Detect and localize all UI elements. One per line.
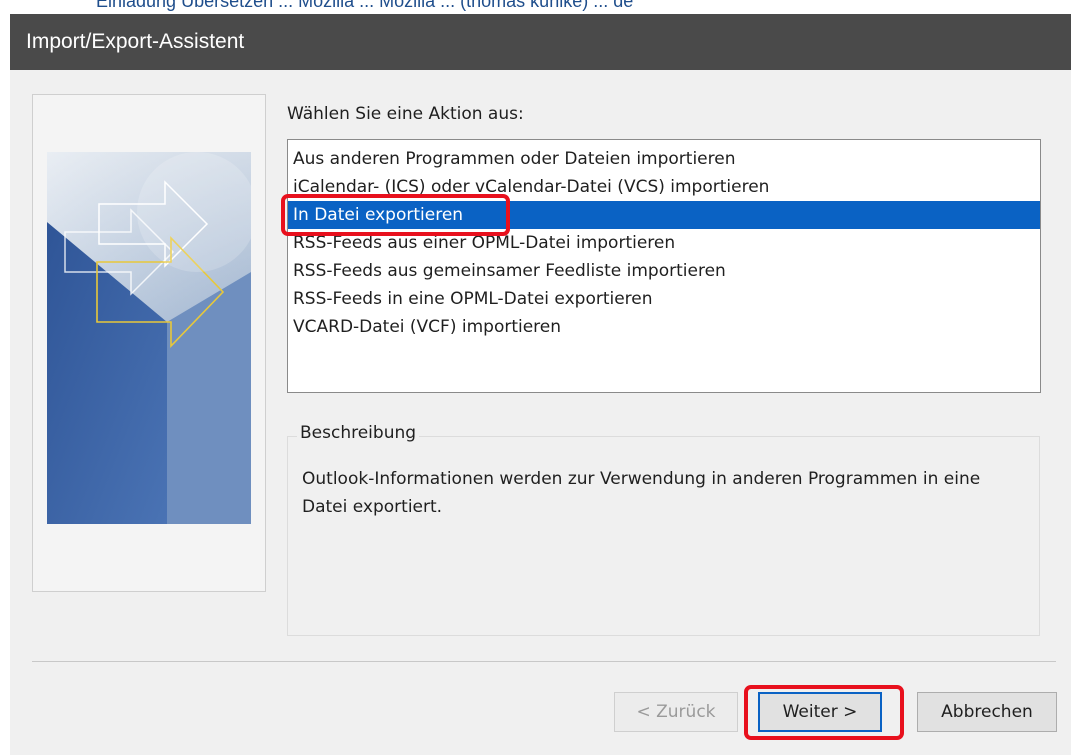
back-button[interactable]: < Zurück bbox=[614, 692, 738, 732]
list-item[interactable]: VCARD-Datei (VCF) importieren bbox=[288, 313, 1040, 341]
description-groupbox: Beschreibung Outlook-Informationen werde… bbox=[287, 423, 1040, 636]
list-item[interactable]: Aus anderen Programmen oder Dateien impo… bbox=[288, 145, 1040, 173]
footer-separator bbox=[32, 661, 1056, 662]
action-listbox[interactable]: Aus anderen Programmen oder Dateien impo… bbox=[287, 139, 1041, 393]
window-title: Import/Export-Assistent bbox=[26, 30, 245, 53]
description-text: Outlook-Informationen werden zur Verwend… bbox=[302, 469, 981, 517]
title-bar[interactable]: Import/Export-Assistent bbox=[10, 14, 1071, 70]
list-item-selected[interactable]: In Datei exportieren bbox=[288, 201, 1040, 229]
import-export-dialog: Import/Export-Assistent Wählen Sie eine … bbox=[10, 14, 1071, 755]
next-button[interactable]: Weiter > bbox=[758, 692, 882, 732]
wizard-side-image bbox=[32, 94, 266, 592]
list-item[interactable]: RSS-Feeds aus gemeinsamer Feedliste impo… bbox=[288, 257, 1040, 285]
background-window-text: Einladung Ubersetzen ... Mozilla ... Moz… bbox=[96, 0, 634, 11]
list-item[interactable]: RSS-Feeds aus einer OPML-Datei importier… bbox=[288, 229, 1040, 257]
cancel-button[interactable]: Abbrechen bbox=[917, 692, 1057, 732]
list-item[interactable]: RSS-Feeds in eine OPML-Datei exportieren bbox=[288, 285, 1040, 313]
list-item[interactable]: iCalendar- (ICS) oder vCalendar-Datei (V… bbox=[288, 173, 1040, 201]
wizard-arrows-illustration bbox=[47, 152, 251, 524]
description-legend: Beschreibung bbox=[297, 423, 420, 443]
action-prompt-label: Wählen Sie eine Aktion aus: bbox=[287, 104, 524, 124]
background-window-strip: Einladung Ubersetzen ... Mozilla ... Moz… bbox=[0, 0, 1071, 14]
